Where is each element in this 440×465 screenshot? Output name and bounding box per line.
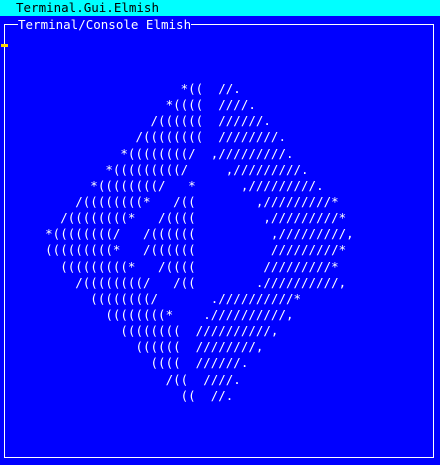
logo-line: (((((((((* /(((( /////////* (0, 258, 339, 274)
logo-line: (((((((((* /(((((( /////////* (0, 242, 347, 258)
logo-line: *((((((((/ /(((((( ,/////////, (0, 226, 354, 242)
logo-line: (((( //////. (0, 355, 249, 371)
logo-line: /(( ////. (0, 371, 241, 387)
logo-line: *((((((((/ * ,/////////. (0, 177, 324, 193)
menu-bar[interactable]: Terminal.Gui.Elmish (0, 0, 440, 16)
window-title: Terminal/Console Elmish (18, 17, 192, 33)
logo-line: *(((((((((/ ,/////////. (0, 161, 309, 177)
logo-line: *((((((((/ ,/////////. (0, 145, 294, 161)
logo-line: (((((( ////////, (0, 339, 264, 355)
elmish-logo-ascii-art: *(( //. *(((( ////. /(((((( //////. /(((… (0, 81, 440, 404)
logo-line: /(((((( //////. (0, 113, 271, 129)
logo-line: /((((((((/ /(( .//////////, (0, 274, 347, 290)
logo-line: ((((((((* .//////////, (0, 306, 294, 322)
text-cursor (1, 44, 8, 47)
logo-line: /((((((((* /(( ,/////////* (0, 193, 339, 209)
app-title[interactable]: Terminal.Gui.Elmish (16, 0, 159, 16)
logo-line: (((((((( //////////, (0, 323, 279, 339)
logo-line: *(((( ////. (0, 97, 256, 113)
logo-line: /(((((((( ////////. (0, 129, 286, 145)
logo-line: /((((((((* /(((( ,/////////* (0, 210, 347, 226)
logo-line: ((((((((/ .//////////* (0, 290, 302, 306)
terminal-screen: Terminal.Gui.Elmish Terminal/Console Elm… (0, 0, 440, 465)
logo-line: *(( //. (0, 81, 241, 96)
logo-line: (( //. (0, 387, 234, 403)
